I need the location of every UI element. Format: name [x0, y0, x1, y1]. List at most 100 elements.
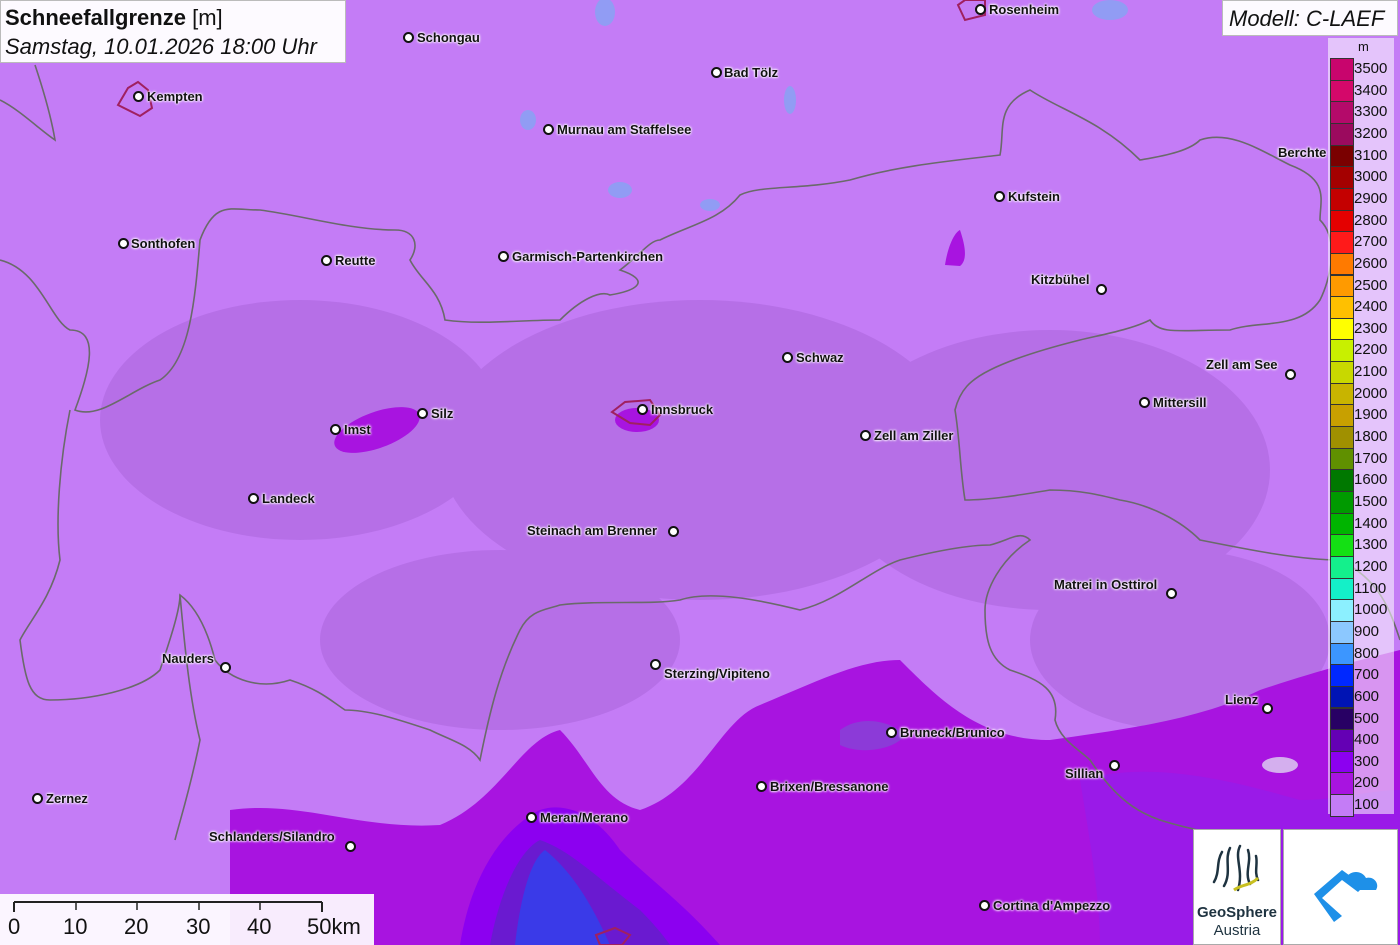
city-marker[interactable]: [668, 526, 679, 537]
city-marker[interactable]: [711, 67, 722, 78]
city-marker[interactable]: [782, 352, 793, 363]
legend-value: 2900: [1354, 189, 1388, 207]
geosphere-name: GeoSphere: [1196, 904, 1278, 921]
legend-swatch: [1330, 642, 1354, 666]
city-marker[interactable]: [1166, 588, 1177, 599]
map-title-main: Schneefallgrenze: [5, 5, 186, 30]
city-marker[interactable]: [1096, 284, 1107, 295]
model-label: Modell: C-LAEF: [1229, 6, 1385, 31]
city-marker[interactable]: [417, 408, 428, 419]
legend-value: 3400: [1354, 81, 1388, 99]
city-label: Steinach am Brenner: [527, 523, 658, 538]
city-marker[interactable]: [886, 727, 897, 738]
legend-swatch: [1330, 447, 1354, 471]
city-label: Sonthofen: [131, 236, 196, 251]
legend-value: 2800: [1354, 211, 1388, 229]
city-marker[interactable]: [118, 238, 129, 249]
city-marker[interactable]: [248, 493, 259, 504]
city-label: Kempten: [147, 89, 203, 104]
city-marker[interactable]: [32, 793, 43, 804]
city-marker[interactable]: [975, 4, 986, 15]
city-marker[interactable]: [650, 659, 661, 670]
city-label: Sillian: [1065, 766, 1104, 781]
city-marker[interactable]: [1139, 397, 1150, 408]
city-marker[interactable]: [220, 662, 231, 673]
legend-swatch: [1330, 339, 1354, 363]
geosphere-mark-icon: [1212, 844, 1260, 892]
legend-value: 3500: [1354, 60, 1388, 77]
color-legend: m 3500 3400 3300 3200 3100 3000 2900 2800 2700 26…: [1328, 38, 1394, 817]
legend-swatch: [1330, 187, 1354, 211]
legend-value: 800: [1354, 644, 1380, 662]
city-label: Kufstein: [1008, 189, 1060, 204]
city-label: Bad Tölz: [724, 65, 779, 80]
city-marker[interactable]: [994, 191, 1005, 202]
legend-swatch: [1330, 491, 1354, 514]
legend-swatch: [1330, 404, 1354, 428]
city-marker[interactable]: [1262, 703, 1273, 714]
scale-label: 30: [186, 914, 211, 939]
legend-value: 3300: [1354, 103, 1388, 121]
legend-value: 3200: [1354, 124, 1388, 142]
city-label: Schlanders/Silandro: [209, 829, 335, 844]
legend-value: 3100: [1354, 146, 1388, 164]
city-label: Sterzing/Vipiteno: [664, 666, 770, 681]
legend-swatch: [1330, 664, 1354, 687]
legend-swatch: [1330, 620, 1354, 644]
legend-value: 3000: [1354, 168, 1388, 186]
legend-swatch: [1330, 166, 1354, 189]
city-label: Zernez: [46, 791, 88, 806]
city-marker[interactable]: [1285, 369, 1296, 380]
legend-value: 2500: [1354, 276, 1388, 294]
legend-swatch: [1330, 122, 1354, 146]
legend-swatch: [1330, 599, 1354, 622]
legend-value: 100: [1354, 796, 1380, 814]
city-marker[interactable]: [860, 430, 871, 441]
legend-swatch: [1330, 750, 1354, 774]
legend-swatch: [1330, 729, 1354, 752]
city-label: Lienz: [1225, 692, 1259, 707]
scale-label: 10: [63, 914, 88, 939]
scale-label: 0: [8, 914, 21, 939]
geosphere-logo[interactable]: GeoSphere Austria: [1193, 829, 1281, 945]
title-panel: Schneefallgrenze [m] Samstag, 10.01.2026…: [0, 0, 346, 63]
city-marker[interactable]: [403, 32, 414, 43]
map-title-unit: [m]: [192, 5, 223, 30]
map-canvas[interactable]: [0, 0, 1400, 945]
weather-app-logo[interactable]: [1283, 829, 1398, 945]
city-marker[interactable]: [498, 251, 509, 262]
city-label: Imst: [344, 422, 371, 437]
cloud-arrow-icon: [1314, 870, 1378, 922]
city-label: Reutte: [335, 253, 376, 268]
map-title: Schneefallgrenze [m]: [5, 5, 223, 31]
city-label: Zell am See: [1206, 357, 1278, 372]
city-marker[interactable]: [330, 424, 341, 435]
city-marker[interactable]: [756, 781, 767, 792]
city-label: Murnau am Staffelsee: [557, 122, 692, 137]
city-label: Zell am Ziller: [874, 428, 954, 443]
city-label: Schwaz: [796, 350, 844, 365]
city-marker[interactable]: [526, 812, 537, 823]
legend-swatch: [1330, 426, 1354, 449]
city-marker[interactable]: [321, 255, 332, 266]
legend-swatch: [1330, 794, 1354, 817]
legend-value: 900: [1354, 622, 1380, 640]
city-marker[interactable]: [133, 91, 144, 102]
city-marker[interactable]: [543, 124, 554, 135]
city-marker[interactable]: [637, 404, 648, 415]
legend-value: 1300: [1354, 536, 1388, 554]
legend-value: 1100: [1354, 579, 1387, 597]
model-panel: Modell: C-LAEF: [1222, 0, 1398, 36]
city-marker[interactable]: [1109, 760, 1120, 771]
scale-label: 50km: [307, 914, 361, 939]
legend-swatch: [1330, 577, 1354, 601]
legend-value: 1600: [1354, 471, 1388, 489]
legend-swatch: [1330, 101, 1354, 124]
legend-value: 300: [1354, 752, 1380, 770]
city-marker[interactable]: [979, 900, 990, 911]
legend-swatch: [1330, 252, 1354, 276]
city-label: Landeck: [262, 491, 315, 506]
legend-value: 1900: [1354, 406, 1388, 424]
city-marker[interactable]: [345, 841, 356, 852]
legend-value: 2000: [1354, 384, 1388, 402]
